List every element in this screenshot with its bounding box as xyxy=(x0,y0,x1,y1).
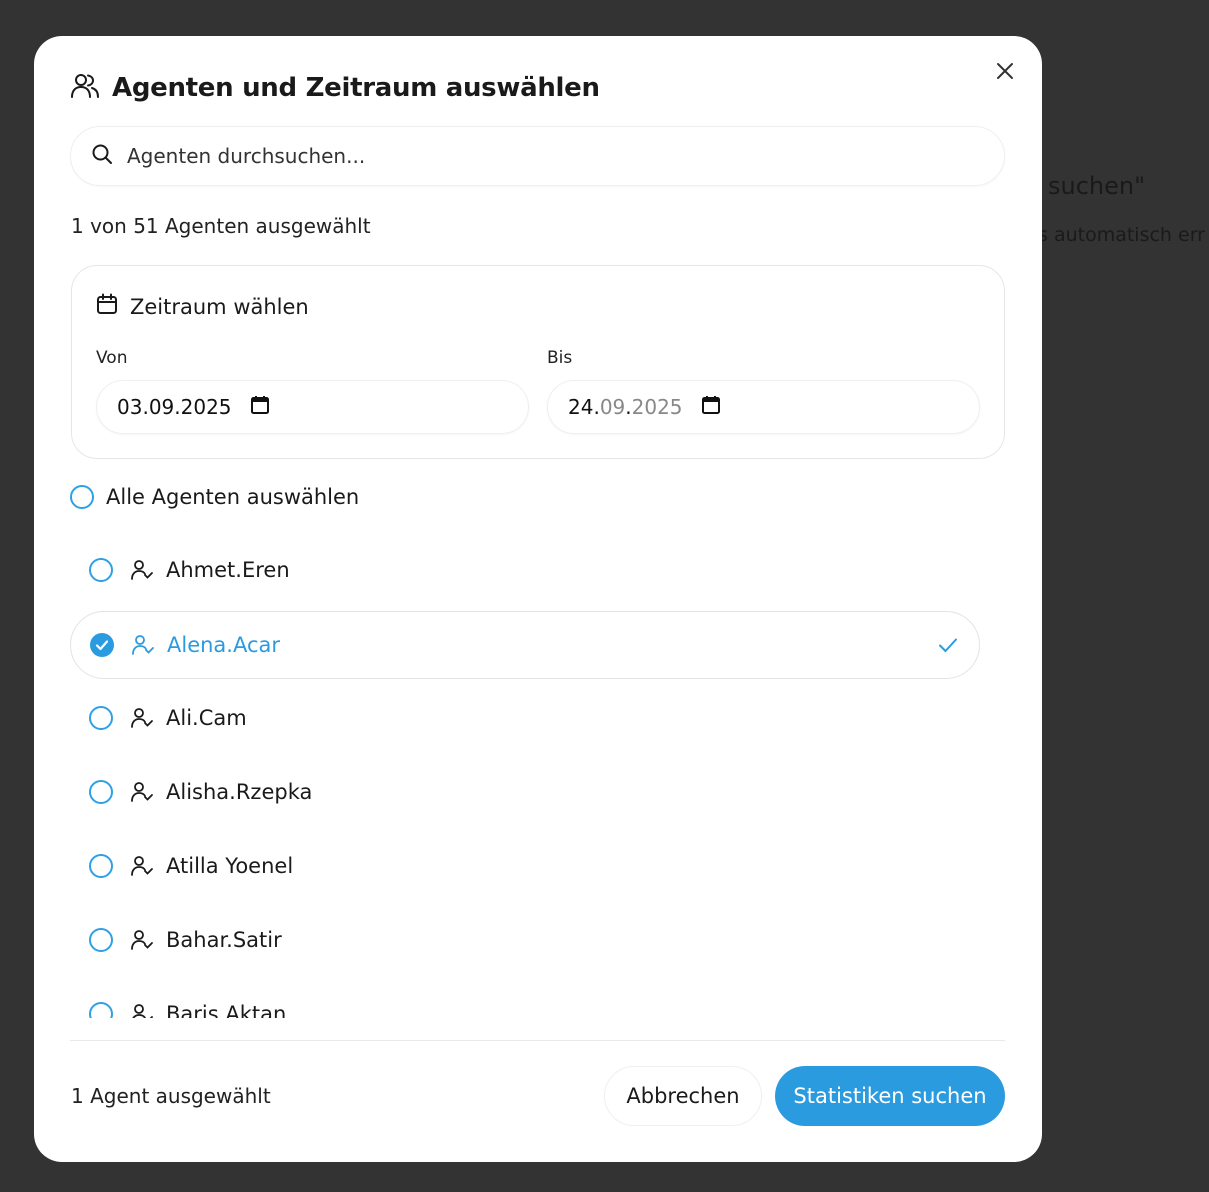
select-all-label: Alle Agenten auswählen xyxy=(106,485,360,509)
user-check-icon xyxy=(130,706,154,730)
to-date-input[interactable]: 24.09.2025 xyxy=(547,380,980,434)
agent-radio[interactable] xyxy=(89,780,113,804)
users-icon xyxy=(70,72,100,104)
calendar-icon xyxy=(96,293,118,320)
to-label: Bis xyxy=(547,348,573,368)
search-statistics-button[interactable]: Statistiken suchen xyxy=(775,1066,1005,1126)
user-check-icon xyxy=(130,558,154,582)
from-date-value: 03.09.2025 xyxy=(117,395,232,419)
user-check-icon xyxy=(130,1002,154,1018)
footer-selection-count: 1 Agent ausgewählt xyxy=(71,1084,271,1108)
search-input[interactable] xyxy=(127,144,927,168)
user-check-icon xyxy=(130,780,154,804)
dialog-header: Agenten und Zeitraum auswählen xyxy=(70,72,600,104)
dialog-title: Agenten und Zeitraum auswählen xyxy=(112,73,600,103)
footer-divider xyxy=(70,1040,1005,1041)
agent-item[interactable]: Bahar.Satir xyxy=(70,906,980,974)
close-button[interactable] xyxy=(992,60,1018,86)
background-text-fragment: s automatisch err xyxy=(1038,224,1205,246)
calendar-picker-icon[interactable] xyxy=(250,395,270,420)
agent-name: Ali.Cam xyxy=(166,706,247,730)
agent-item-selected[interactable]: Alena.Acar xyxy=(70,611,980,679)
agent-name: Baris.Aktan xyxy=(166,1002,287,1018)
date-range-card: Zeitraum wählen Von 03.09.2025 Bis 24.09… xyxy=(71,265,1005,459)
agent-name: Atilla Yoenel xyxy=(166,854,294,878)
to-date-value: 24.09.2025 xyxy=(568,395,683,419)
background-heading-fragment: suchen" xyxy=(1048,172,1146,200)
cancel-button[interactable]: Abbrechen xyxy=(604,1066,762,1126)
agent-radio[interactable] xyxy=(89,1002,113,1018)
user-check-icon xyxy=(131,633,155,657)
check-icon xyxy=(937,634,959,661)
checked-circle-icon[interactable] xyxy=(90,633,114,657)
select-all-radio[interactable] xyxy=(70,485,94,509)
from-date-input[interactable]: 03.09.2025 xyxy=(96,380,529,434)
agent-list[interactable]: Ahmet.Eren Alena.Acar Ali.Cam Alisha.Rze… xyxy=(70,536,1010,1018)
agent-name: Bahar.Satir xyxy=(166,928,282,952)
agent-radio[interactable] xyxy=(89,928,113,952)
agent-item[interactable]: Ahmet.Eren xyxy=(70,536,980,604)
agent-item[interactable]: Baris.Aktan xyxy=(70,980,980,1018)
select-all-agents[interactable]: Alle Agenten auswählen xyxy=(70,485,359,509)
calendar-picker-icon[interactable] xyxy=(701,395,721,420)
selection-summary: 1 von 51 Agenten ausgewählt xyxy=(71,214,371,238)
agent-search-field[interactable] xyxy=(70,126,1005,186)
agent-item[interactable]: Atilla Yoenel xyxy=(70,832,980,900)
agent-name: Alisha.Rzepka xyxy=(166,780,313,804)
from-label: Von xyxy=(96,348,128,368)
agent-name: Alena.Acar xyxy=(167,633,281,657)
date-range-header: Zeitraum wählen xyxy=(96,293,309,320)
agent-item[interactable]: Alisha.Rzepka xyxy=(70,758,980,826)
user-check-icon xyxy=(130,854,154,878)
agent-item[interactable]: Ali.Cam xyxy=(70,684,980,752)
close-icon xyxy=(996,62,1014,84)
agent-radio[interactable] xyxy=(89,706,113,730)
search-icon xyxy=(91,143,113,169)
agent-radio[interactable] xyxy=(89,854,113,878)
agent-radio[interactable] xyxy=(89,558,113,582)
date-range-heading: Zeitraum wählen xyxy=(130,294,309,319)
agent-name: Ahmet.Eren xyxy=(166,558,290,582)
agent-selection-dialog: Agenten und Zeitraum auswählen 1 von 51 … xyxy=(34,36,1042,1162)
user-check-icon xyxy=(130,928,154,952)
